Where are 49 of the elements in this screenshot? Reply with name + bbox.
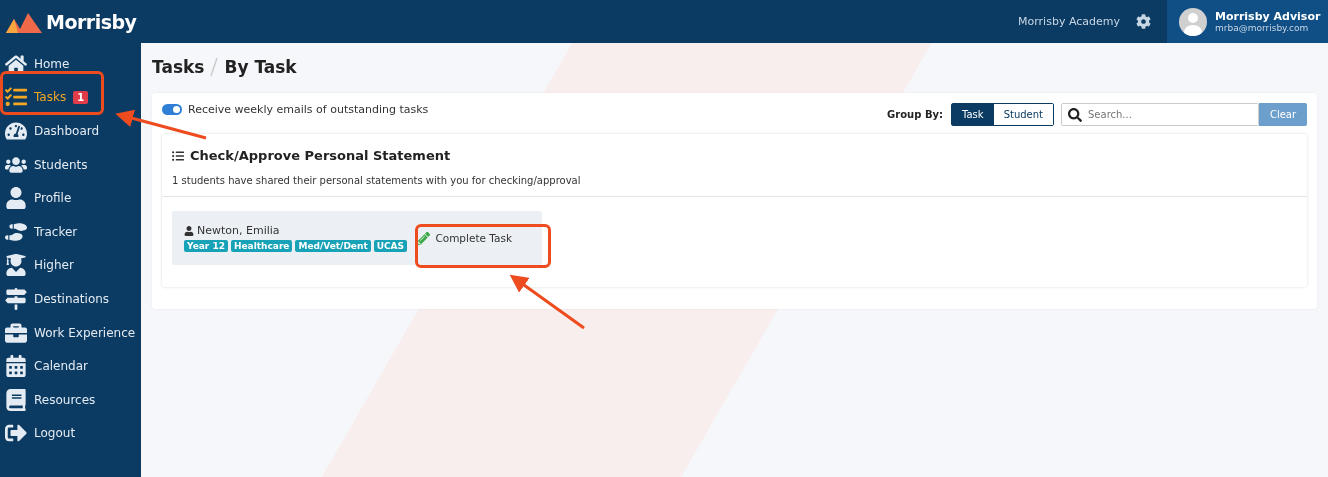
task-title: Check/Approve Personal Statement — [190, 148, 451, 163]
complete-task-button[interactable]: Complete Task — [411, 230, 518, 246]
sidebar-item[interactable]: Dashboard — [0, 114, 141, 148]
sidebar-item[interactable]: Resources — [0, 382, 141, 417]
books-icon — [5, 388, 27, 411]
toggle-label: Receive weekly emails of outstanding tasks — [188, 103, 429, 116]
email-toggle[interactable] — [162, 104, 182, 115]
page-title: By Task — [224, 57, 297, 77]
task-description: 1 students have shared their personal statements with you for checking/approval — [172, 175, 582, 186]
footprints-icon — [5, 220, 27, 243]
sidebar-item[interactable]: Destinations — [0, 282, 141, 316]
student-tag: UCAS — [373, 240, 408, 252]
sidebar-item[interactable]: Tasks 1 — [0, 80, 141, 115]
user-panel[interactable]: Morrisby Advisor mrba@morrisby.com — [1167, 0, 1328, 43]
student-tag: Med/Vet/Dent — [295, 240, 371, 252]
checklist-icon — [5, 86, 27, 109]
signpost-icon — [5, 287, 27, 310]
student-tag: Year 12 — [184, 240, 228, 252]
student-name: Newton, Emilia — [197, 224, 280, 237]
school-name: Morrisby Academy — [1018, 15, 1120, 28]
person-icon — [184, 225, 194, 236]
user-email: mrba@morrisby.com — [1215, 23, 1310, 33]
list-icon — [172, 149, 184, 162]
breadcrumb-divider-icon — [210, 57, 219, 77]
sidebar-item[interactable]: Home — [0, 47, 141, 81]
brand-name: Morrisby — [46, 10, 137, 33]
sidebar-item[interactable]: Work Experience — [0, 315, 141, 350]
briefcase-icon — [5, 321, 27, 344]
pencil-icon — [417, 231, 431, 245]
gauge-icon — [5, 120, 27, 142]
calendar-icon — [5, 355, 27, 378]
user-name: Morrisby Advisor — [1215, 10, 1321, 23]
person-icon — [5, 187, 27, 210]
breadcrumb-link[interactable]: Tasks — [152, 57, 205, 77]
avatar-icon — [1179, 7, 1207, 36]
search-icon — [1068, 107, 1082, 122]
student-tag: Healthcare — [230, 240, 293, 252]
count-badge: 1 — [73, 90, 89, 104]
settings-icon[interactable] — [1136, 14, 1151, 29]
search-field[interactable]: Search... — [1061, 103, 1259, 126]
sidebar-item[interactable]: Logout — [0, 416, 141, 451]
graduate-icon — [5, 254, 27, 277]
group-by-label: Group By: — [887, 109, 944, 120]
sidebar-item[interactable]: Calendar — [0, 349, 141, 383]
sidebar-item[interactable]: Higher — [0, 248, 141, 283]
sidebar-item[interactable]: Students — [0, 147, 141, 182]
group-by-option[interactable]: Task — [952, 104, 994, 125]
sidebar-item[interactable]: Tracker — [0, 214, 141, 249]
sidebar-item[interactable]: Profile — [0, 181, 141, 215]
